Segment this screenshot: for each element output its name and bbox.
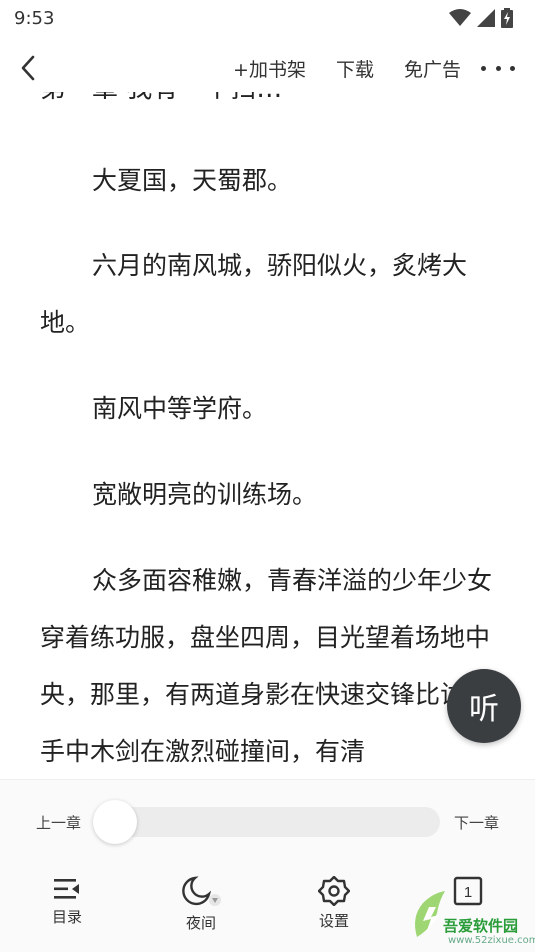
menu-night-mode-label: 夜间 bbox=[185, 914, 216, 932]
add-bookshelf-button[interactable]: +加书架 bbox=[233, 55, 306, 82]
night-mode-icon bbox=[182, 876, 221, 906]
paragraph: 大夏国，天蜀郡。 bbox=[92, 166, 293, 195]
more-dot-icon bbox=[481, 65, 486, 71]
menu-night-mode[interactable]: 夜间 bbox=[161, 876, 241, 933]
more-button[interactable] bbox=[481, 65, 515, 71]
paragraph: 众多面容稚嫩，青春洋溢的少年少女穿着练功服，盘坐四周，目光望着场地中央，那里，有… bbox=[40, 566, 493, 766]
status-bar: 9:53 bbox=[0, 0, 535, 36]
watermark-name: 吾爱软件园 bbox=[443, 917, 519, 935]
wifi-icon bbox=[449, 9, 471, 26]
menu-settings-label: 设置 bbox=[318, 912, 349, 930]
reader-toolbar: +加书架 下载 免广告 bbox=[0, 40, 535, 96]
reading-area[interactable]: 第一章 我有一个扫… 大夏国，天蜀郡。 六月的南风城，骄阳似火，炙烤大地。 南风… bbox=[0, 92, 535, 779]
prev-chapter-button[interactable]: 上一章 bbox=[36, 812, 81, 833]
back-button[interactable] bbox=[20, 48, 50, 88]
paragraph: 六月的南风城，骄阳似火，炙烤大地。 bbox=[40, 251, 468, 337]
menu-toc[interactable]: 目录 bbox=[27, 876, 107, 927]
chapter-progress-row: 上一章 下一章 bbox=[0, 800, 535, 844]
chevron-left-icon bbox=[21, 55, 35, 81]
status-time: 9:53 bbox=[14, 7, 55, 29]
ad-free-button[interactable]: 免广告 bbox=[404, 55, 461, 82]
paragraph: 宽敞明亮的训练场。 bbox=[92, 480, 318, 509]
next-chapter-button[interactable]: 下一章 bbox=[454, 812, 499, 833]
menu-settings[interactable]: 设置 bbox=[294, 876, 374, 931]
download-button[interactable]: 下载 bbox=[336, 55, 374, 82]
progress-thumb[interactable] bbox=[93, 800, 137, 844]
settings-icon bbox=[318, 876, 350, 906]
status-icons bbox=[449, 8, 513, 28]
toc-icon bbox=[54, 879, 79, 899]
more-dot-icon bbox=[495, 65, 501, 71]
more-dot-icon bbox=[510, 65, 515, 71]
watermark-site: www.52zixue.com bbox=[448, 935, 535, 946]
listen-button[interactable]: 听 bbox=[447, 669, 521, 743]
battery-charging-icon bbox=[501, 8, 513, 28]
signal-icon bbox=[477, 9, 495, 27]
watermark: 吾爱软件园 www.52zixue.com bbox=[403, 885, 535, 949]
progress-slider[interactable] bbox=[93, 800, 440, 844]
menu-toc-label: 目录 bbox=[51, 908, 82, 926]
clipped-heading-line: 第一章 我有一个扫… bbox=[40, 92, 282, 105]
paragraph: 南风中等学府。 bbox=[92, 394, 268, 423]
toolbar-actions: +加书架 下载 免广告 bbox=[233, 55, 461, 82]
